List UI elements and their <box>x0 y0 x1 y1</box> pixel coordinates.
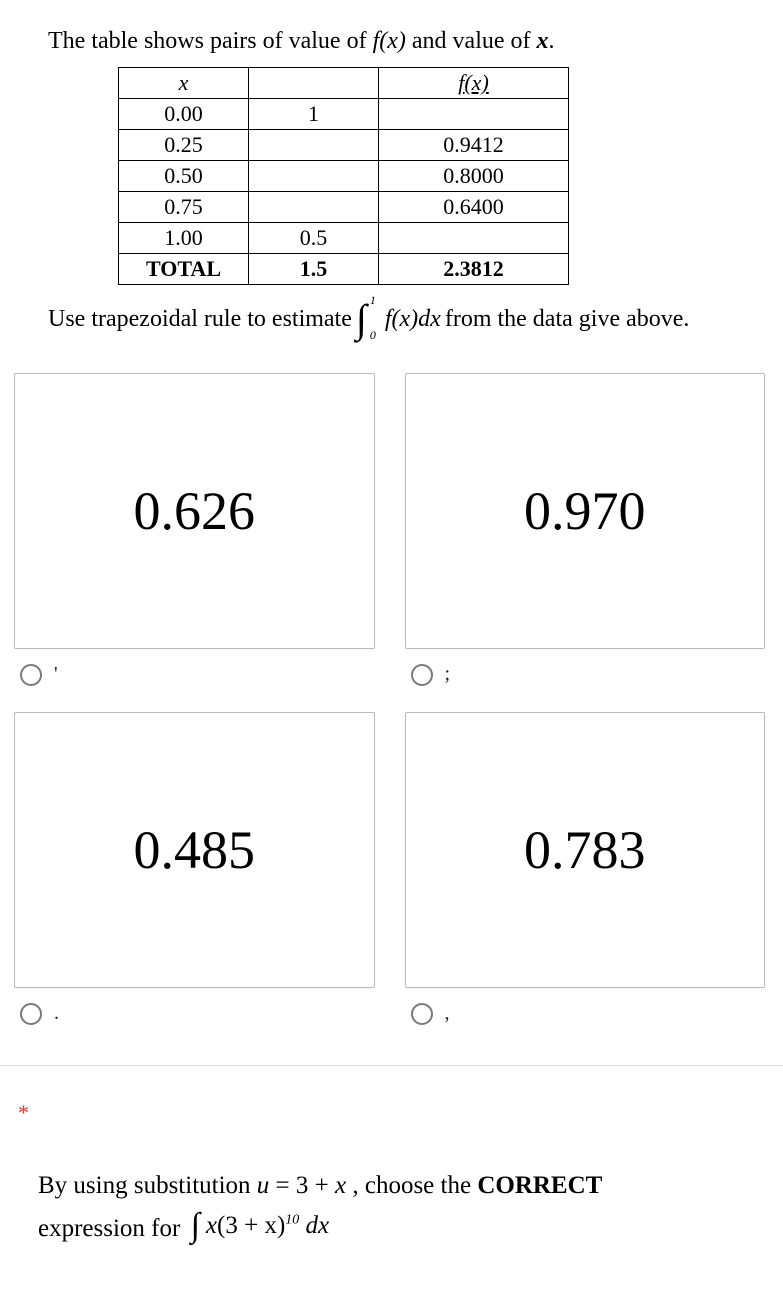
option-box: 0.783 <box>405 712 766 988</box>
header-fx: f(x) <box>379 68 569 99</box>
radio-icon[interactable] <box>411 1003 433 1025</box>
cell-mid: 1 <box>249 99 379 130</box>
table-row: 0.50 0.8000 <box>119 161 569 192</box>
int2-dx: dx <box>299 1212 329 1239</box>
option-d: 0.783 , <box>405 712 766 1025</box>
cell-fx: 0.8000 <box>379 161 569 192</box>
radio-icon[interactable] <box>20 664 42 686</box>
cell-x: 0.75 <box>119 192 249 223</box>
data-table: x f(x) 0.00 1 0.25 0.9412 0.50 0.8000 0.… <box>118 67 569 285</box>
cell-x: 1.00 <box>119 223 249 254</box>
int2-body: x(3 + x)10 dx <box>206 1206 329 1246</box>
required-asterisk: * <box>18 1100 765 1126</box>
table-row: 0.25 0.9412 <box>119 130 569 161</box>
cell-mid <box>249 130 379 161</box>
options-grid: 0.626 ' 0.970 ; 0.485 . 0.783 , <box>14 373 765 1025</box>
integral-sign-icon: ∫ <box>356 299 367 339</box>
cell-x: 0.50 <box>119 161 249 192</box>
intro-end: . <box>549 28 555 54</box>
intro-x: x <box>537 28 549 54</box>
option-box: 0.485 <box>14 712 375 988</box>
q2-line2-pre: expression for <box>38 1215 187 1242</box>
header-x: x <box>119 68 249 99</box>
table-header-row: x f(x) <box>119 68 569 99</box>
question2-text: By using substitution u = 3 + x , choose… <box>38 1166 765 1249</box>
radio-icon[interactable] <box>411 664 433 686</box>
total-fx: 2.3812 <box>379 254 569 285</box>
option-radio-row[interactable]: ; <box>411 663 766 686</box>
option-c: 0.485 . <box>14 712 375 1025</box>
intro-fx: f(x) <box>373 28 406 54</box>
table-total-row: TOTAL 1.5 2.3812 <box>119 254 569 285</box>
radio-label: , <box>445 1002 450 1025</box>
int-f: f <box>385 306 392 332</box>
integral-lower: 0 <box>370 328 376 343</box>
cell-mid: 0.5 <box>249 223 379 254</box>
cell-fx <box>379 99 569 130</box>
option-value: 0.485 <box>134 819 256 881</box>
integral-expression: ∫ 1 0 f(x)dx <box>356 299 441 339</box>
radio-icon[interactable] <box>20 1003 42 1025</box>
cell-mid <box>249 161 379 192</box>
option-radio-row[interactable]: ' <box>20 663 375 686</box>
intro-mid: and value of <box>406 28 537 54</box>
integral-upper: 1 <box>370 293 376 308</box>
q2-correct: CORRECT <box>477 1172 602 1199</box>
radio-label: ' <box>54 663 58 686</box>
instruction-pre: Use trapezoidal rule to estimate <box>48 306 352 333</box>
cell-fx: 0.6400 <box>379 192 569 223</box>
radio-label: . <box>54 1002 59 1025</box>
option-value: 0.783 <box>524 819 646 881</box>
int-dx: dx <box>418 306 441 332</box>
instruction-post: from the data give above. <box>445 306 690 333</box>
cell-mid <box>249 192 379 223</box>
option-value: 0.970 <box>524 480 646 542</box>
question-intro: The table shows pairs of value of f(x) a… <box>48 28 765 55</box>
radio-label: ; <box>445 663 451 686</box>
divider <box>0 1065 783 1066</box>
int-x: (x) <box>392 306 419 332</box>
option-radio-row[interactable]: , <box>411 1002 766 1025</box>
instruction-text: Use trapezoidal rule to estimate ∫ 1 0 f… <box>48 299 765 339</box>
cell-x: 0.00 <box>119 99 249 130</box>
table-row: 1.00 0.5 <box>119 223 569 254</box>
int2-paren: (3 + x) <box>217 1212 285 1239</box>
int2-x: x <box>206 1212 217 1239</box>
int2-exp: 10 <box>285 1213 299 1228</box>
cell-x: 0.25 <box>119 130 249 161</box>
option-radio-row[interactable]: . <box>20 1002 375 1025</box>
cell-fx <box>379 223 569 254</box>
header-mid <box>249 68 379 99</box>
q2-u: u <box>257 1172 270 1199</box>
total-mid: 1.5 <box>249 254 379 285</box>
q2-x: x <box>335 1172 346 1199</box>
table-row: 0.00 1 <box>119 99 569 130</box>
option-box: 0.970 <box>405 373 766 649</box>
option-value: 0.626 <box>134 480 256 542</box>
option-box: 0.626 <box>14 373 375 649</box>
total-label: TOTAL <box>119 254 249 285</box>
integral-body: f(x)dx <box>385 306 441 333</box>
integral-expression-2: ∫ x(3 + x)10 dx <box>191 1206 330 1246</box>
table-row: 0.75 0.6400 <box>119 192 569 223</box>
cell-fx: 0.9412 <box>379 130 569 161</box>
option-a: 0.626 ' <box>14 373 375 686</box>
q2-eq: = 3 + <box>269 1172 335 1199</box>
option-b: 0.970 ; <box>405 373 766 686</box>
q2-mid: , choose the <box>346 1172 477 1199</box>
q2-pre: By using substitution <box>38 1172 257 1199</box>
integral-sign-icon: ∫ <box>191 1209 200 1243</box>
intro-pre: The table shows pairs of value of <box>48 28 373 54</box>
